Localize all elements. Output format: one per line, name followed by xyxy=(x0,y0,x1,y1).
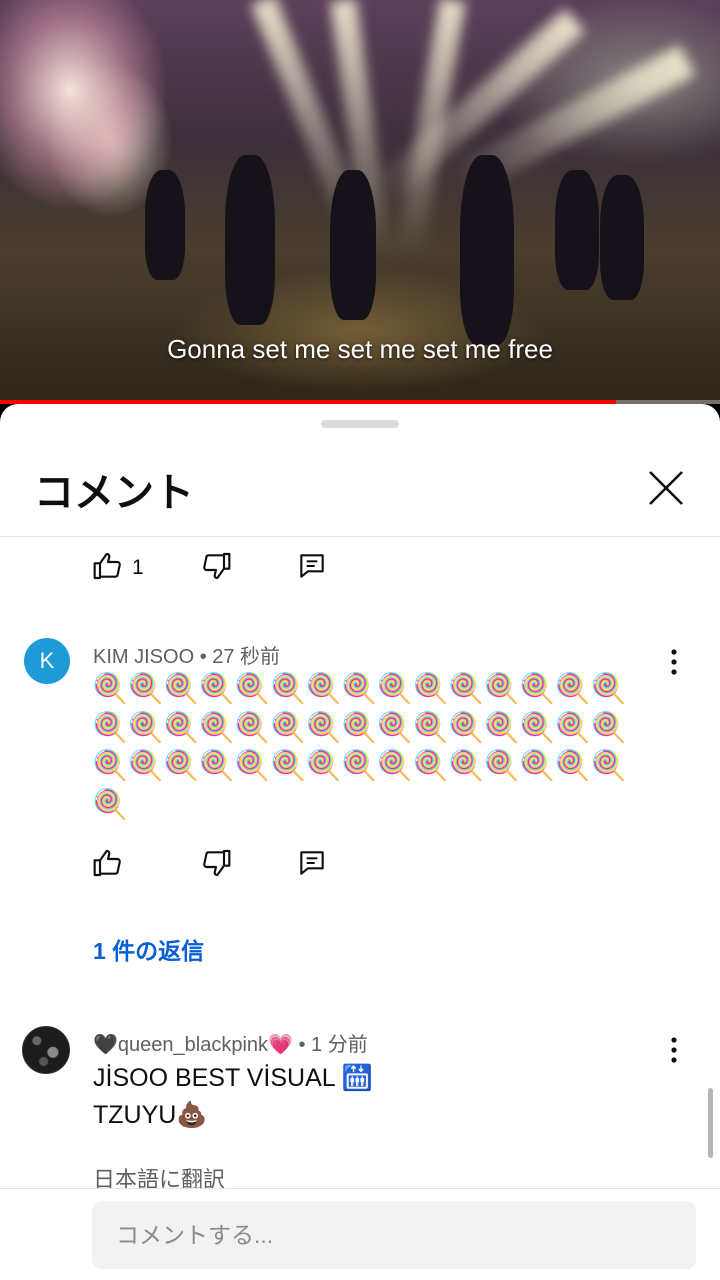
reply-icon xyxy=(300,851,324,875)
thumbs-up-icon xyxy=(93,849,121,877)
close-button[interactable] xyxy=(640,462,692,514)
close-icon xyxy=(649,471,683,505)
comment-text-line: JİSOO BEST VİSUAL 🛗 xyxy=(93,1064,373,1092)
thumbs-up-icon xyxy=(93,552,121,580)
dislike-button[interactable] xyxy=(200,847,236,883)
like-button[interactable] xyxy=(92,847,128,883)
thumbs-down-icon xyxy=(203,552,231,580)
comment-meta: 🖤queen_blackpink💗 • 1 分前 xyxy=(93,1028,368,1057)
drag-handle[interactable] xyxy=(321,420,399,428)
dancer-silhouette xyxy=(145,170,185,280)
reply-button[interactable] xyxy=(296,847,332,883)
comments-sheet: コメント 1 K KIM JISOO • 27 秒前 🍭🍭🍭🍭🍭🍭🍭🍭🍭🍭🍭🍭🍭… xyxy=(0,404,720,1280)
comment-time: • 27 秒前 xyxy=(199,646,281,668)
like-button[interactable]: 1 xyxy=(92,550,144,586)
view-replies-link[interactable]: 1 件の返信 xyxy=(93,932,204,966)
video-subtitle: Gonna set me set me set me free xyxy=(167,334,553,364)
comment-time: • 1 分前 xyxy=(298,1034,368,1056)
more-vert-icon xyxy=(671,1037,677,1063)
video-player[interactable]: Gonna set me set me set me free xyxy=(0,0,720,404)
thumbs-down-icon xyxy=(203,849,231,877)
comment-meta: KIM JISOO • 27 秒前 xyxy=(93,640,280,669)
dancer-silhouette xyxy=(330,170,376,320)
comment-author[interactable]: KIM JISOO xyxy=(93,646,194,668)
comment-author[interactable]: 🖤queen_blackpink💗 xyxy=(93,1034,293,1056)
dislike-button[interactable] xyxy=(200,550,236,586)
scrollbar[interactable] xyxy=(708,1088,713,1158)
reply-icon xyxy=(300,554,324,578)
comment-menu-button[interactable] xyxy=(660,644,688,680)
like-count: 1 xyxy=(132,556,144,579)
reply-button[interactable] xyxy=(296,550,332,586)
more-vert-icon xyxy=(671,649,677,675)
dancer-silhouette xyxy=(460,155,514,345)
dancer-silhouette xyxy=(600,175,644,300)
header-divider xyxy=(0,536,720,537)
avatar[interactable] xyxy=(22,1026,70,1074)
comment-menu-button[interactable] xyxy=(660,1032,688,1068)
comment-input-bar xyxy=(0,1188,720,1280)
avatar[interactable]: K xyxy=(24,638,70,684)
comments-title: コメント xyxy=(34,471,194,515)
comment-input[interactable] xyxy=(92,1201,696,1269)
dancer-silhouette xyxy=(225,155,275,325)
comment-text-line: TZUYU💩 xyxy=(93,1101,208,1129)
comment-text: 🍭🍭🍭🍭🍭🍭🍭🍭🍭🍭🍭🍭🍭🍭🍭🍭🍭🍭🍭🍭🍭🍭🍭🍭🍭🍭🍭🍭🍭🍭🍭🍭🍭🍭🍭🍭🍭🍭🍭🍭… xyxy=(92,673,627,821)
dancer-silhouette xyxy=(555,170,599,290)
